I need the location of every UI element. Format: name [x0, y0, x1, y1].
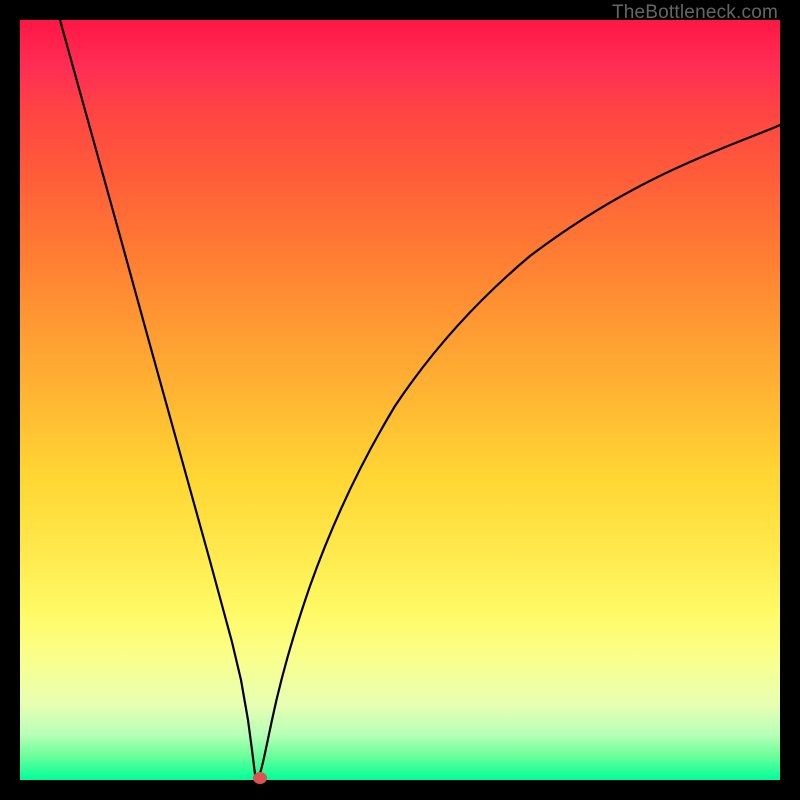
watermark-text: TheBottleneck.com [612, 2, 778, 24]
minimum-marker [253, 772, 267, 784]
chart-frame: TheBottleneck.com [0, 0, 800, 800]
curve-right-branch [258, 125, 780, 779]
bottleneck-curve [20, 20, 780, 780]
curve-left-branch [60, 20, 258, 779]
